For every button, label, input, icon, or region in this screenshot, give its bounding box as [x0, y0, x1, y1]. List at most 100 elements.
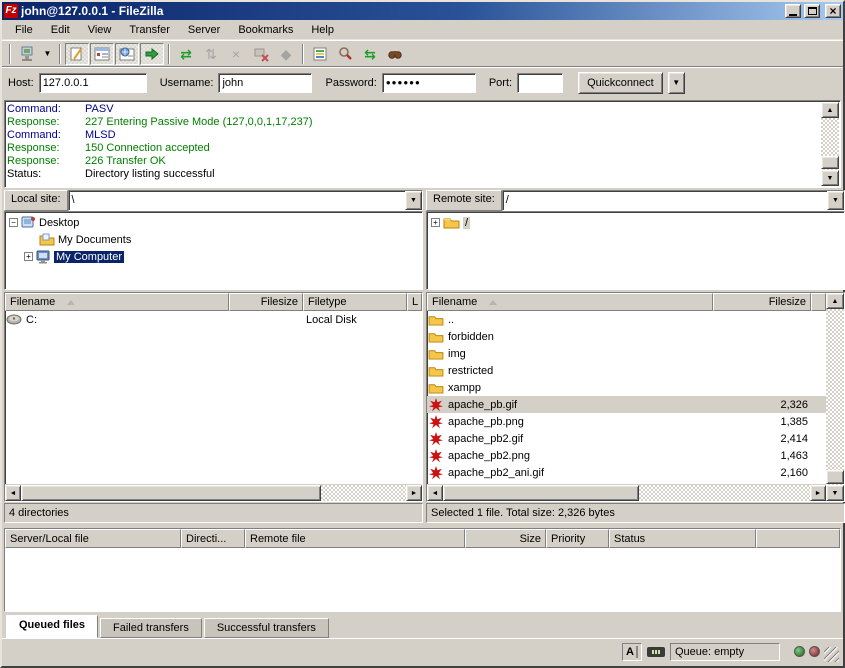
local-horizontal-scrollbar[interactable]: ◄ ►: [5, 484, 422, 501]
scrollbar-thumb[interactable]: [826, 470, 844, 484]
transfer-queue[interactable]: Server/Local file Directi... Remote file…: [4, 528, 841, 612]
queue-body[interactable]: [5, 548, 840, 611]
quickconnect-button[interactable]: Quickconnect: [578, 72, 663, 94]
scrollbar-thumb[interactable]: [443, 485, 639, 501]
remote-file-pane: Filename Filesize .. forbidden: [426, 292, 845, 502]
column-status[interactable]: Status: [609, 529, 756, 548]
file-row[interactable]: forbidden: [427, 328, 826, 345]
column-server-local-file[interactable]: Server/Local file: [5, 529, 181, 548]
minimize-button[interactable]: [785, 4, 801, 18]
reconnect-button[interactable]: ◆: [274, 43, 298, 65]
tree-item-my-documents[interactable]: My Documents: [9, 231, 422, 248]
toggle-transfer-queue-button[interactable]: [140, 43, 164, 65]
synchronized-browsing-button[interactable]: ⇆: [358, 43, 382, 65]
scroll-down-button[interactable]: ▼: [826, 485, 844, 501]
port-input[interactable]: [517, 73, 563, 93]
toggle-remote-treeview-button[interactable]: [115, 43, 139, 65]
file-row[interactable]: apache_pb2.png 1,463: [427, 447, 826, 464]
site-manager-dropdown[interactable]: ▼: [40, 43, 55, 65]
menu-transfer[interactable]: Transfer: [120, 22, 179, 38]
local-file-list[interactable]: Filename Filesize Filetype L: [4, 292, 423, 502]
remote-vertical-scrollbar[interactable]: ▲ ▼: [826, 293, 844, 501]
tab-failed-transfers[interactable]: Failed transfers: [100, 618, 202, 638]
tab-successful-transfers[interactable]: Successful transfers: [204, 618, 329, 638]
folder-icon: [428, 382, 444, 394]
file-row[interactable]: restricted: [427, 362, 826, 379]
site-manager-button[interactable]: [15, 43, 39, 65]
column-filename[interactable]: Filename: [5, 293, 229, 311]
column-filename[interactable]: Filename: [427, 293, 713, 311]
column-filesize[interactable]: Filesize: [713, 293, 811, 311]
remote-file-list[interactable]: Filename Filesize .. forbidden: [426, 292, 845, 502]
find-files-button[interactable]: [383, 43, 407, 65]
file-row[interactable]: xampp: [427, 379, 826, 396]
remote-directory-tree[interactable]: + /: [426, 211, 845, 290]
expand-icon[interactable]: +: [431, 218, 440, 227]
column-remote-file[interactable]: Remote file: [245, 529, 465, 548]
chevron-down-icon[interactable]: ▼: [405, 191, 422, 210]
local-site-combobox[interactable]: \ ▼: [68, 190, 423, 211]
tree-item-root[interactable]: + /: [431, 214, 844, 231]
expand-icon[interactable]: +: [24, 252, 33, 261]
toggle-local-treeview-button[interactable]: [90, 43, 114, 65]
scroll-down-button[interactable]: ▼: [821, 170, 839, 186]
scroll-up-button[interactable]: ▲: [826, 293, 844, 309]
filename-filters-button[interactable]: [308, 43, 332, 65]
local-directory-tree[interactable]: − Desktop My Documents: [4, 211, 423, 290]
file-row[interactable]: ..: [427, 311, 826, 328]
remote-horizontal-scrollbar[interactable]: ◄ ►: [427, 484, 826, 501]
tree-item-desktop[interactable]: − Desktop: [9, 214, 422, 231]
column-filetype[interactable]: Filetype: [303, 293, 407, 311]
file-row[interactable]: apache_pb2.gif 2,414: [427, 430, 826, 447]
menu-bookmarks[interactable]: Bookmarks: [229, 22, 302, 38]
column-priority[interactable]: Priority: [546, 529, 609, 548]
column-last-modified[interactable]: L: [407, 293, 422, 311]
status-bar: A Queue: empty: [2, 638, 843, 664]
close-button[interactable]: ×: [825, 4, 841, 18]
file-row[interactable]: apache_pb2_ani.gif 2,160: [427, 464, 826, 481]
disconnect-button[interactable]: [249, 43, 273, 65]
username-input[interactable]: [218, 73, 312, 93]
cancel-button[interactable]: ×: [224, 43, 248, 65]
data-type-indicator[interactable]: A: [622, 643, 642, 661]
column-filesize[interactable]: Filesize: [229, 293, 303, 311]
collapse-icon[interactable]: −: [9, 218, 18, 227]
host-input[interactable]: [39, 73, 147, 93]
maximize-button[interactable]: [804, 4, 820, 18]
log-scrollbar[interactable]: ▲ ▼: [821, 102, 839, 186]
message-log[interactable]: Command:PASV Response:227 Entering Passi…: [4, 100, 841, 188]
menu-file[interactable]: File: [6, 22, 42, 38]
scroll-up-button[interactable]: ▲: [821, 102, 839, 118]
minimize-icon: [789, 14, 797, 16]
title-bar[interactable]: Fz john@127.0.0.1 - FileZilla ×: [2, 2, 843, 20]
toggle-message-log-button[interactable]: [65, 43, 89, 65]
menu-view[interactable]: View: [79, 22, 121, 38]
scroll-right-button[interactable]: ►: [810, 485, 826, 501]
menu-help[interactable]: Help: [302, 22, 343, 38]
file-row-c-drive[interactable]: C: Local Disk: [5, 311, 422, 328]
scroll-right-button[interactable]: ►: [406, 485, 422, 501]
speed-limits-indicator[interactable]: [646, 643, 666, 661]
column-direction[interactable]: Directi...: [181, 529, 245, 548]
resize-grip[interactable]: [824, 647, 839, 662]
tab-queued-files[interactable]: Queued files: [6, 615, 98, 638]
column-size[interactable]: Size: [465, 529, 546, 548]
scrollbar-thumb[interactable]: [821, 156, 839, 169]
remote-site-combobox[interactable]: / ▼: [502, 190, 845, 211]
scrollbar-thumb[interactable]: [21, 485, 321, 501]
scroll-left-button[interactable]: ◄: [5, 485, 21, 501]
refresh-button[interactable]: ⇄: [174, 43, 198, 65]
scroll-left-button[interactable]: ◄: [427, 485, 443, 501]
directory-comparison-button[interactable]: [333, 43, 357, 65]
menu-edit[interactable]: Edit: [42, 22, 79, 38]
queue-status-panel: Queue: empty: [670, 643, 780, 661]
quickconnect-dropdown[interactable]: ▼: [668, 72, 685, 94]
file-row-selected[interactable]: apache_pb.gif 2,326: [427, 396, 826, 413]
chevron-down-icon[interactable]: ▼: [827, 191, 844, 210]
tree-item-my-computer[interactable]: + My Computer: [9, 248, 422, 265]
password-input[interactable]: [382, 73, 476, 93]
process-queue-button[interactable]: ⇅: [199, 43, 223, 65]
file-row[interactable]: apache_pb.png 1,385: [427, 413, 826, 430]
file-row[interactable]: img: [427, 345, 826, 362]
menu-server[interactable]: Server: [179, 22, 229, 38]
